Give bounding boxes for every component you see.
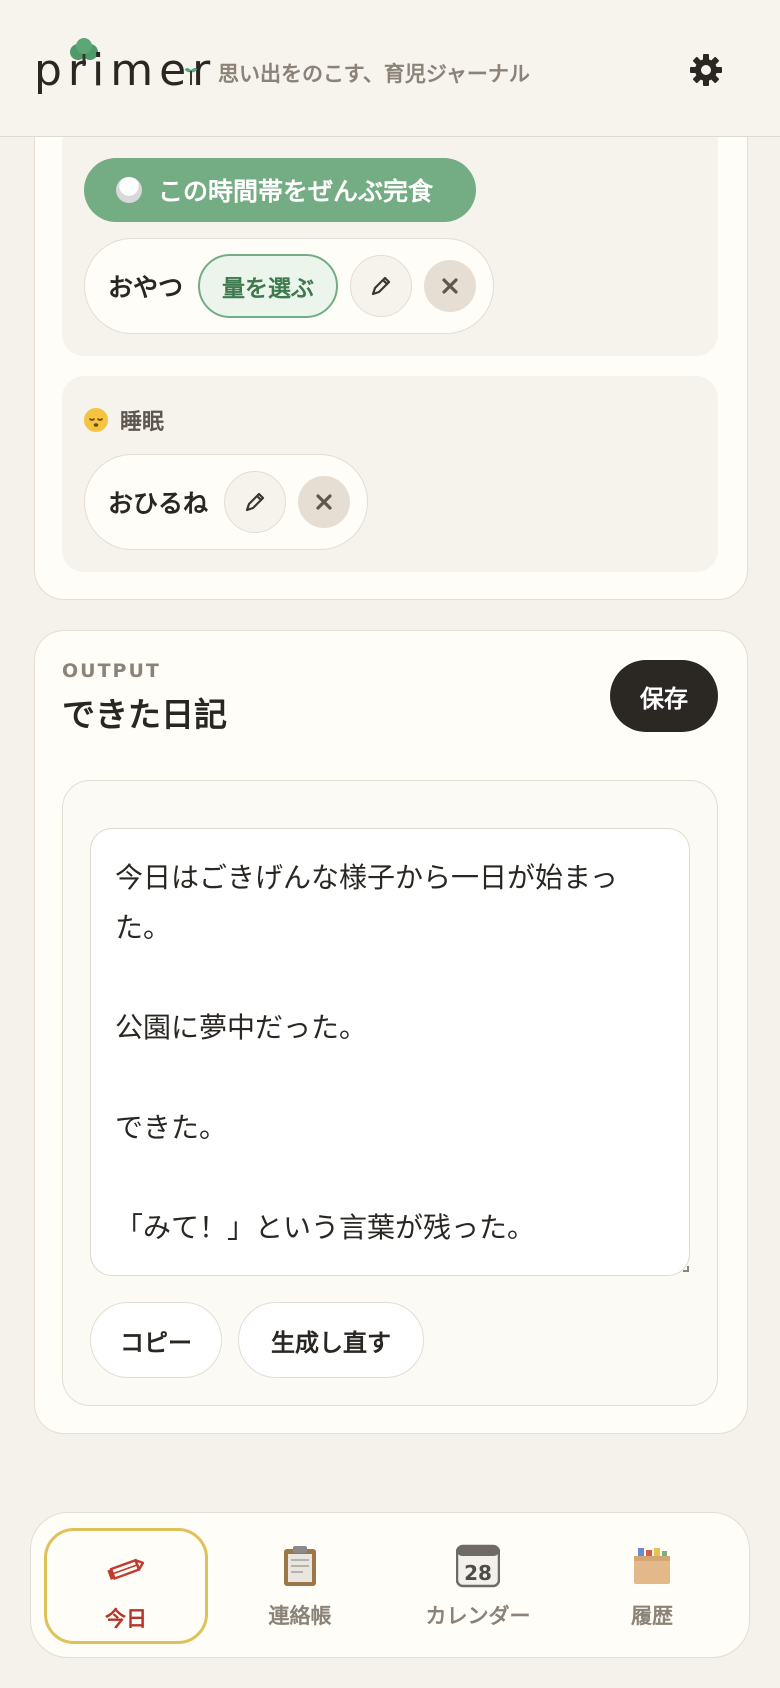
nav-item-calendar[interactable]: 28 カレンダー (396, 1528, 560, 1644)
close-icon (442, 278, 458, 294)
nav-item-today[interactable]: 今日 (44, 1528, 208, 1644)
nav-label-notebook: 連絡帳 (268, 1604, 332, 1628)
app-tagline: 思い出をのこす、育児ジャーナル (218, 62, 530, 86)
diary-textarea[interactable]: 今日はごきげんな様子から一日が始まった。 公園に夢中だった。 できた。 「みて！… (90, 828, 690, 1276)
pencil-edit-icon (371, 276, 391, 296)
app-screen: この時間帯をぜんぶ完食 おやつ 量を選ぶ 睡眠 おひるね primer 思い出を… (0, 0, 780, 1688)
app-header: primer 思い出をのこす、育児ジャーナル (0, 0, 780, 137)
nav-label-history: 履歴 (631, 1604, 673, 1628)
rice-bowl-icon (116, 177, 142, 203)
nav-item-notebook[interactable]: 連絡帳 (218, 1528, 382, 1644)
sprout-icon (185, 68, 197, 85)
nav-item-history[interactable]: 履歴 (570, 1528, 734, 1644)
gear-icon (690, 54, 722, 86)
close-icon (316, 494, 332, 510)
copy-button[interactable]: コピー (90, 1302, 222, 1378)
delete-nap-button[interactable] (298, 476, 350, 528)
clipboard-icon (278, 1544, 322, 1588)
edit-nap-button[interactable] (224, 471, 286, 533)
sleeping-face-icon (84, 408, 108, 432)
select-amount-button[interactable]: 量を選ぶ (198, 254, 338, 318)
nav-label-calendar: カレンダー (425, 1604, 531, 1628)
regenerate-button[interactable]: 生成し直す (238, 1302, 424, 1378)
finish-all-meal-button[interactable]: この時間帯をぜんぶ完食 (84, 158, 476, 222)
finish-all-label: この時間帯をぜんぶ完食 (158, 177, 434, 206)
calendar-icon: 28 (456, 1544, 500, 1588)
file-box-icon (630, 1544, 674, 1588)
output-title: できた日記 (62, 695, 227, 734)
pencil-edit-icon (245, 492, 265, 512)
output-eyebrow: OUTPUT (62, 660, 161, 682)
edit-snack-button[interactable] (350, 255, 412, 317)
calendar-day-number: 28 (464, 1561, 492, 1585)
pencil-icon (104, 1547, 148, 1591)
nav-label-today: 今日 (105, 1607, 147, 1631)
textarea-resize-handle[interactable] (683, 1266, 689, 1272)
sleep-item-label: おひるね (108, 489, 209, 518)
save-button[interactable]: 保存 (610, 660, 718, 732)
app-logo[interactable]: primer (34, 38, 210, 104)
sleep-section-header: 睡眠 (84, 404, 164, 436)
meal-item-label: おやつ (108, 273, 184, 302)
delete-snack-button[interactable] (424, 260, 476, 312)
sleep-title: 睡眠 (120, 410, 165, 435)
settings-button[interactable] (686, 50, 726, 90)
